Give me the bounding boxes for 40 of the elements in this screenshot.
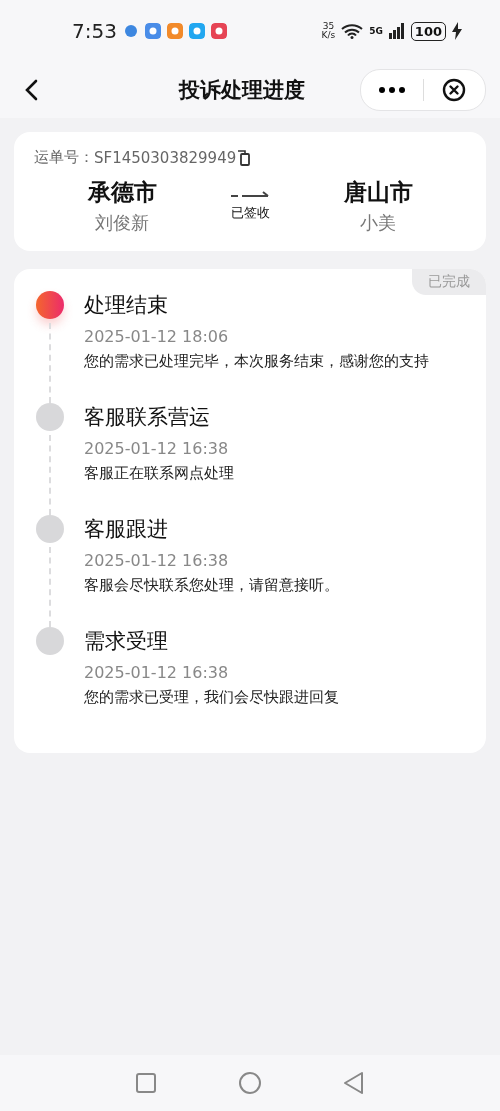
home-icon[interactable] — [238, 1071, 262, 1095]
step-description: 您的需求已处理完毕，本次服务结束，感谢您的支持 — [84, 351, 430, 372]
more-icon — [378, 87, 405, 93]
delivery-status: 已签收 — [230, 204, 270, 222]
app-notification-icon — [210, 23, 227, 39]
step-time: 2025-01-12 16:38 — [84, 663, 230, 682]
destination-city: 唐山市 — [343, 178, 413, 207]
waybill-label: 运单号： — [34, 148, 94, 167]
page-title: 投诉处理进度 — [177, 77, 306, 104]
globe-icon — [122, 23, 139, 39]
charging-icon — [452, 22, 462, 40]
step-title: 客服联系营运 — [84, 404, 211, 431]
close-icon — [442, 78, 467, 102]
network-speed: 35 K/s — [321, 22, 336, 40]
app-notification-icon — [188, 23, 205, 39]
wifi-icon — [341, 23, 364, 39]
step-description: 客服正在联系网点处理 — [84, 463, 235, 484]
step-title: 需求受理 — [84, 628, 169, 655]
back-nav-icon[interactable] — [342, 1071, 366, 1095]
app-notification-icon — [166, 23, 183, 39]
recents-icon[interactable] — [134, 1071, 158, 1095]
completed-badge: 已完成 — [412, 269, 486, 295]
copy-icon[interactable] — [237, 149, 252, 166]
step-description: 您的需求已受理，我们会尽快跟进回复 — [84, 687, 340, 708]
step-description: 客服会尽快联系您处理，请留意接听。 — [84, 575, 340, 596]
signal-icon — [388, 23, 405, 39]
app-notification-icon — [144, 23, 161, 39]
step-time: 2025-01-12 16:38 — [84, 551, 230, 570]
sender-name: 刘俊新 — [95, 211, 149, 235]
route-arrow-icon — [230, 190, 270, 200]
waybill-number: SF1450303829949 — [94, 148, 237, 167]
origin-city: 承德市 — [87, 178, 157, 207]
battery-level: 100 — [410, 21, 446, 41]
recipient-name: 小美 — [360, 211, 396, 235]
network-type: 5G — [369, 25, 383, 36]
step-title: 客服跟进 — [84, 516, 169, 543]
step-time: 2025-01-12 16:38 — [84, 439, 230, 458]
step-title: 处理结束 — [84, 292, 169, 319]
status-time: 7:53 — [72, 19, 117, 43]
step-time: 2025-01-12 18:06 — [84, 327, 230, 346]
